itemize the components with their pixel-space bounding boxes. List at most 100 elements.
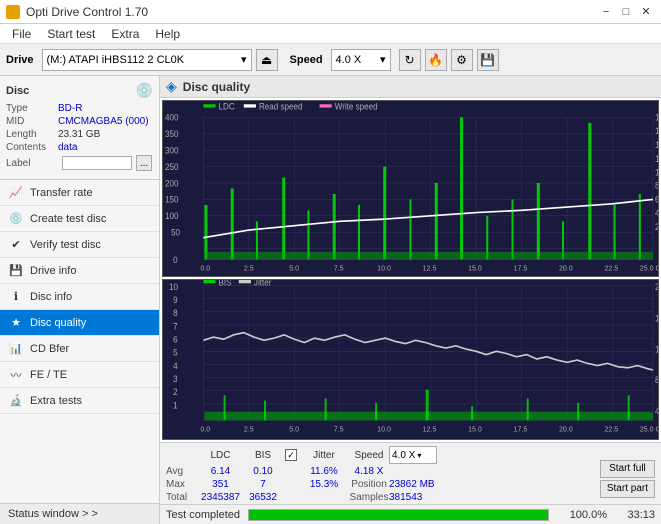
stats-bar: LDC BIS ✓ Jitter Speed 4.0 X ▾: [160, 442, 661, 504]
eject-button[interactable]: ⏏: [256, 49, 278, 71]
svg-text:LDC: LDC: [219, 101, 235, 111]
speed-combo-arrow: ▾: [380, 53, 386, 66]
svg-text:9: 9: [173, 295, 178, 305]
ldc-max: 351: [198, 479, 243, 490]
app-title: Opti Drive Control 1.70: [26, 5, 148, 19]
svg-text:10.0: 10.0: [377, 424, 391, 433]
svg-text:200: 200: [165, 178, 179, 188]
svg-text:18X: 18X: [655, 112, 658, 122]
sidebar-item-disc-info[interactable]: ℹ Disc info: [0, 284, 159, 310]
start-full-button[interactable]: Start full: [600, 460, 655, 478]
svg-text:16%: 16%: [655, 313, 658, 323]
chart-speed-selector[interactable]: 4.0 X ▾: [389, 446, 437, 464]
svg-text:250: 250: [165, 162, 179, 172]
svg-text:8: 8: [173, 308, 178, 318]
drive-selector[interactable]: (M:) ATAPI iHBS112 2 CL0K ▾: [42, 49, 252, 71]
sidebar-item-create-test-disc[interactable]: 💿 Create test disc: [0, 206, 159, 232]
speed-display: 4.18 X: [349, 466, 389, 477]
charts-area: 400 350 300 250 200 150 100 50 0 18X 16X…: [160, 98, 661, 442]
svg-text:14X: 14X: [655, 140, 658, 150]
menu-start-test[interactable]: Start test: [39, 25, 103, 43]
main-layout: Disc 💿 Type BD-R MID CMCMAGBA5 (000) Len…: [0, 76, 661, 524]
sidebar-item-transfer-rate[interactable]: 📈 Transfer rate: [0, 180, 159, 206]
cd-bfer-icon: 📊: [8, 341, 24, 357]
bis-total: 36532: [243, 492, 283, 503]
drive-combo-arrow: ▾: [241, 53, 247, 66]
label-input[interactable]: [62, 156, 132, 170]
svg-text:15.0: 15.0: [468, 263, 482, 272]
disc-icon[interactable]: 💿: [136, 82, 153, 99]
settings-button[interactable]: ⚙: [451, 49, 473, 71]
svg-text:2X: 2X: [655, 222, 658, 232]
speed-selector[interactable]: 4.0 X ▾: [331, 49, 391, 71]
toolbar: Drive (M:) ATAPI iHBS112 2 CL0K ▾ ⏏ Spee…: [0, 44, 661, 76]
svg-text:6: 6: [173, 334, 178, 344]
menu-file[interactable]: File: [4, 25, 39, 43]
svg-text:100: 100: [165, 211, 179, 221]
svg-text:12.5: 12.5: [423, 263, 437, 272]
svg-text:25.0 GB: 25.0 GB: [640, 263, 658, 272]
bis-avg: 0.10: [243, 466, 283, 477]
nav-extra-tests-label: Extra tests: [30, 395, 82, 407]
label-browse-button[interactable]: ...: [136, 155, 152, 171]
svg-text:0.0: 0.0: [200, 263, 210, 272]
type-label: Type: [6, 103, 58, 114]
chart-speed-value: 4.0 X: [392, 450, 415, 461]
disc-panel: Disc 💿 Type BD-R MID CMCMAGBA5 (000) Len…: [0, 76, 159, 180]
jitter-max: 15.3%: [299, 479, 349, 490]
total-label: Total: [166, 492, 198, 503]
bis-col-header: BIS: [243, 450, 283, 461]
status-text: Test completed: [166, 509, 240, 521]
svg-text:Jitter: Jitter: [254, 280, 272, 288]
bottom-chart-svg: 10 9 8 7 6 5 4 3 2 1 20% 16% 12% 8% 4%: [163, 280, 658, 439]
svg-text:4%: 4%: [655, 405, 658, 415]
speed-col-header: Speed: [349, 450, 389, 461]
speed-value: 4.0 X: [336, 54, 362, 66]
position-label: Position: [349, 479, 389, 490]
svg-text:7: 7: [173, 321, 178, 331]
save-button[interactable]: 💾: [477, 49, 499, 71]
svg-text:22.5: 22.5: [604, 263, 618, 272]
svg-text:22.5: 22.5: [604, 424, 618, 433]
mid-value: CMCMAGBA5 (000): [58, 116, 149, 127]
status-window-label: Status window > >: [8, 508, 98, 520]
sidebar-item-drive-info[interactable]: 💾 Drive info: [0, 258, 159, 284]
maximize-button[interactable]: □: [617, 3, 635, 21]
svg-text:4: 4: [173, 360, 178, 370]
menu-extra[interactable]: Extra: [103, 25, 147, 43]
svg-text:3: 3: [173, 374, 178, 384]
svg-text:0: 0: [173, 255, 178, 265]
title-bar: Opti Drive Control 1.70 − □ ✕: [0, 0, 661, 24]
ldc-total: 2345387: [198, 492, 243, 503]
burn-button[interactable]: 🔥: [425, 49, 447, 71]
minimize-button[interactable]: −: [597, 3, 615, 21]
svg-text:10X: 10X: [655, 167, 658, 177]
svg-text:350: 350: [165, 129, 179, 139]
samples-val: 381543: [389, 492, 449, 503]
status-window-button[interactable]: Status window > >: [0, 503, 159, 524]
close-button[interactable]: ✕: [637, 3, 655, 21]
svg-text:12.5: 12.5: [423, 424, 437, 433]
sidebar-item-cd-bfer[interactable]: 📊 CD Bfer: [0, 336, 159, 362]
samples-label: Samples: [349, 492, 389, 503]
svg-text:7.5: 7.5: [334, 263, 344, 272]
menu-help[interactable]: Help: [147, 25, 188, 43]
sidebar-item-extra-tests[interactable]: 🔬 Extra tests: [0, 388, 159, 414]
nav-drive-info-label: Drive info: [30, 265, 76, 277]
chart-header-title: Disc quality: [183, 80, 250, 94]
transfer-rate-icon: 📈: [8, 185, 24, 201]
sidebar-item-disc-quality[interactable]: ★ Disc quality: [0, 310, 159, 336]
sidebar-item-verify-test-disc[interactable]: ✔ Verify test disc: [0, 232, 159, 258]
jitter-checkbox[interactable]: ✓: [285, 449, 297, 461]
contents-value: data: [58, 142, 77, 153]
nav-transfer-rate-label: Transfer rate: [30, 187, 93, 199]
top-chart: 400 350 300 250 200 150 100 50 0 18X 16X…: [162, 100, 659, 277]
top-chart-svg: 400 350 300 250 200 150 100 50 0 18X 16X…: [163, 101, 658, 276]
start-part-button[interactable]: Start part: [600, 480, 655, 498]
sidebar: Disc 💿 Type BD-R MID CMCMAGBA5 (000) Len…: [0, 76, 160, 524]
nav-verify-test-disc-label: Verify test disc: [30, 239, 101, 251]
svg-text:50: 50: [171, 227, 180, 237]
sidebar-item-fe-te[interactable]: 〰 FE / TE: [0, 362, 159, 388]
svg-text:6X: 6X: [655, 194, 658, 204]
refresh-button[interactable]: ↻: [399, 49, 421, 71]
